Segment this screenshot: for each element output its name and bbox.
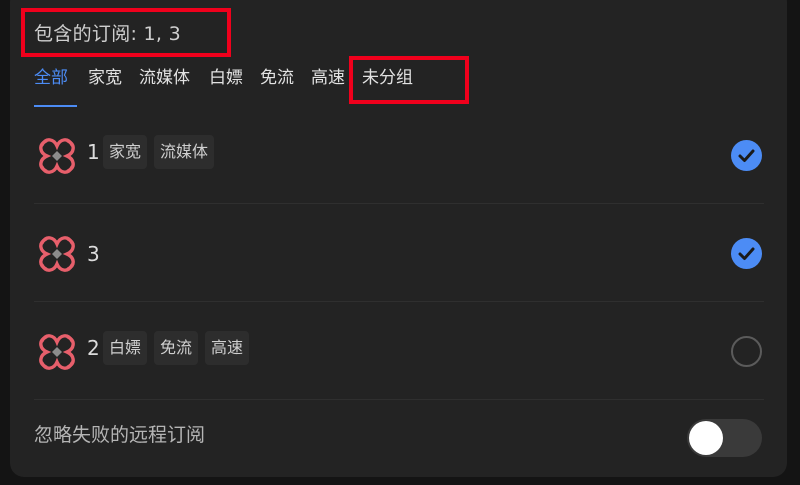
subscription-tags: 家宽 流媒体 — [103, 135, 215, 169]
tab-high-speed[interactable]: 高速 — [311, 64, 345, 92]
tag-chip: 高速 — [205, 331, 250, 365]
tab-home-broadband[interactable]: 家宽 — [88, 64, 122, 92]
clash-logo-icon — [39, 236, 75, 272]
subscription-row[interactable]: 3 — [34, 205, 764, 302]
subscription-name: 1 — [87, 140, 100, 164]
clash-logo-icon — [39, 138, 75, 174]
tag-chip: 白嫖 — [103, 331, 148, 365]
subscription-name: 2 — [87, 336, 100, 360]
included-subscriptions-text: 包含的订阅: 1, 3 — [34, 23, 181, 45]
subscription-row[interactable]: 2 白嫖 免流 高速 — [34, 303, 764, 400]
tag-chip: 免流 — [154, 331, 199, 365]
tab-free-data[interactable]: 免流 — [260, 64, 294, 92]
tab-ungrouped[interactable]: 未分组 — [362, 64, 413, 92]
unselected-circle-icon[interactable] — [731, 336, 762, 367]
tag-chip: 家宽 — [103, 135, 148, 169]
clash-logo-icon — [39, 334, 75, 370]
subscription-row[interactable]: 1 家宽 流媒体 — [34, 107, 764, 204]
selected-check-icon[interactable] — [731, 238, 762, 269]
subscription-name: 3 — [87, 242, 100, 266]
tab-streaming[interactable]: 流媒体 — [139, 64, 190, 92]
tab-all[interactable]: 全部 — [34, 64, 68, 92]
tag-chip: 流媒体 — [154, 135, 215, 169]
tab-free[interactable]: 白嫖 — [209, 64, 243, 92]
subscription-tags: 白嫖 免流 高速 — [103, 331, 250, 365]
toggle-knob — [689, 421, 723, 455]
selected-check-icon[interactable] — [731, 140, 762, 171]
ignore-failed-remote-toggle[interactable] — [687, 419, 762, 457]
ignore-failed-remote-label: 忽略失败的远程订阅 — [34, 424, 206, 446]
